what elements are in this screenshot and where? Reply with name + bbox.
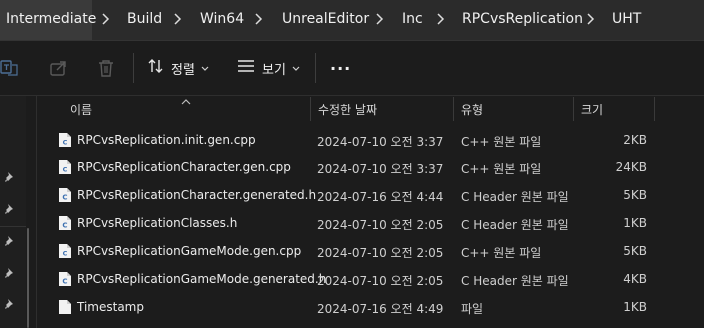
toolbar-divider xyxy=(133,53,134,83)
file-row[interactable]: Timestamp 2024-07-16 오전 4:49 파일 1KB xyxy=(44,294,660,321)
chevron-right-icon[interactable] xyxy=(435,10,447,28)
breadcrumb-item-intermediate[interactable]: Intermediate xyxy=(6,11,96,27)
header-file-icon: C xyxy=(58,271,72,287)
breadcrumb-item-uht[interactable]: UHT xyxy=(612,11,641,27)
sort-ascending-icon xyxy=(181,94,191,108)
breadcrumb-item-build[interactable]: Build xyxy=(127,11,162,27)
file-size: 1KB xyxy=(623,216,647,230)
chevron-right-icon[interactable] xyxy=(585,10,597,28)
chevron-right-icon[interactable] xyxy=(253,10,265,28)
pin-icon[interactable] xyxy=(3,234,17,248)
file-row[interactable]: C RPCvsReplicationGameMode.generated.h 2… xyxy=(44,266,660,293)
svg-text:C: C xyxy=(63,166,68,174)
file-size: 4KB xyxy=(623,272,647,286)
column-header-name[interactable]: 이름 xyxy=(70,101,92,118)
more-icon: ··· xyxy=(330,58,352,78)
file-size: 5KB xyxy=(623,188,647,202)
sort-icon xyxy=(147,57,165,79)
file-row[interactable]: C RPCvsReplicationGameMode.gen.cpp 2024-… xyxy=(44,238,660,265)
file-row[interactable]: C RPCvsReplicationClasses.h 2024-07-10 오… xyxy=(44,210,660,237)
cpp-file-icon: C xyxy=(58,132,72,148)
breadcrumb-item-win64[interactable]: Win64 xyxy=(200,11,244,27)
header-file-icon: C xyxy=(58,187,72,203)
file-row[interactable]: C RPCvsReplicationCharacter.gen.cpp 2024… xyxy=(44,154,660,181)
chevron-right-icon[interactable] xyxy=(172,10,184,28)
share-icon[interactable] xyxy=(48,57,70,79)
column-separator[interactable] xyxy=(310,97,311,121)
column-header-type[interactable]: 유형 xyxy=(461,101,483,118)
chevron-down-icon xyxy=(292,61,300,76)
file-modified: 2024-07-16 오전 4:49 xyxy=(317,302,444,316)
file-row[interactable]: C RPCvsReplication.init.gen.cpp 2024-07-… xyxy=(44,127,660,154)
toolbar-divider-bottom xyxy=(0,95,704,96)
file-name: RPCvsReplicationCharacter.gen.cpp xyxy=(77,160,291,174)
file-modified: 2024-07-16 오전 4:44 xyxy=(317,190,444,204)
file-type: 파일 xyxy=(461,302,484,316)
view-label: 보기 xyxy=(262,62,286,78)
cpp-file-icon: C xyxy=(58,243,72,259)
file-row[interactable]: C RPCvsReplicationCharacter.generated.h … xyxy=(44,182,660,209)
column-separator[interactable] xyxy=(654,97,655,121)
more-options-button[interactable]: ··· xyxy=(330,57,351,79)
chevron-down-icon xyxy=(201,61,209,76)
file-type: C Header 원본 파일 xyxy=(461,274,569,288)
column-header-modified[interactable]: 수정한 날짜 xyxy=(318,101,377,118)
file-modified: 2024-07-10 오전 3:37 xyxy=(317,162,444,176)
column-header-size[interactable]: 크기 xyxy=(581,101,603,118)
file-size: 5KB xyxy=(623,244,647,258)
pin-icon[interactable] xyxy=(3,202,17,216)
column-separator[interactable] xyxy=(453,97,454,121)
chevron-right-icon[interactable] xyxy=(100,10,112,28)
svg-text:C: C xyxy=(62,194,67,202)
file-size: 2KB xyxy=(623,133,647,147)
file-name: RPCvsReplication.init.gen.cpp xyxy=(77,133,256,147)
pin-icon[interactable] xyxy=(3,266,17,280)
navigation-pane xyxy=(0,96,26,328)
file-type: C++ 원본 파일 xyxy=(461,162,542,176)
toolbar-divider xyxy=(315,53,316,83)
view-button[interactable]: 보기 xyxy=(236,57,300,79)
file-name: RPCvsReplicationCharacter.generated.h xyxy=(77,188,317,202)
breadcrumb-item-inc[interactable]: Inc xyxy=(402,11,423,27)
nav-edge xyxy=(36,96,37,328)
file-modified: 2024-07-10 오전 2:05 xyxy=(317,246,444,260)
file-type: C++ 원본 파일 xyxy=(461,135,542,149)
header-file-icon: C xyxy=(58,215,72,231)
sort-button[interactable]: 정렬 xyxy=(147,57,209,79)
breadcrumb: Intermediate Build Win64 UnrealEditor In… xyxy=(0,0,704,40)
nav-scrollbar[interactable] xyxy=(27,228,29,328)
svg-text:C: C xyxy=(62,222,67,230)
file-modified: 2024-07-10 오전 2:05 xyxy=(317,218,444,232)
pin-icon[interactable] xyxy=(3,170,17,184)
column-separator[interactable] xyxy=(573,97,574,121)
svg-text:C: C xyxy=(63,250,68,258)
view-icon xyxy=(236,57,256,79)
sort-label: 정렬 xyxy=(171,62,195,78)
pin-icon[interactable] xyxy=(3,297,17,311)
file-type: C Header 원본 파일 xyxy=(461,190,569,204)
svg-text:C: C xyxy=(63,139,68,147)
breadcrumb-item-rpcvsreplication[interactable]: RPCvsReplication xyxy=(462,11,583,27)
nav-divider xyxy=(0,226,26,227)
blank-file-icon xyxy=(58,299,72,315)
command-bar: 정렬 보기 ··· xyxy=(0,41,704,95)
file-type: C++ 원본 파일 xyxy=(461,246,542,260)
file-name: RPCvsReplicationGameMode.gen.cpp xyxy=(77,244,302,258)
file-name: RPCvsReplicationClasses.h xyxy=(77,216,238,230)
trash-icon[interactable] xyxy=(95,57,117,79)
cpp-file-icon: C xyxy=(58,159,72,175)
svg-text:C: C xyxy=(62,278,67,286)
file-modified: 2024-07-10 오전 3:37 xyxy=(317,135,444,149)
file-modified: 2024-07-10 오전 2:05 xyxy=(317,274,444,288)
chevron-right-icon[interactable] xyxy=(374,10,386,28)
file-size: 1KB xyxy=(623,300,647,314)
file-size: 24KB xyxy=(615,160,647,174)
translate-icon[interactable] xyxy=(0,57,22,79)
file-name: RPCvsReplicationGameMode.generated.h xyxy=(77,272,327,286)
breadcrumb-item-unrealeditor[interactable]: UnrealEditor xyxy=(282,11,369,27)
file-type: C Header 원본 파일 xyxy=(461,218,569,232)
file-name: Timestamp xyxy=(77,300,144,314)
